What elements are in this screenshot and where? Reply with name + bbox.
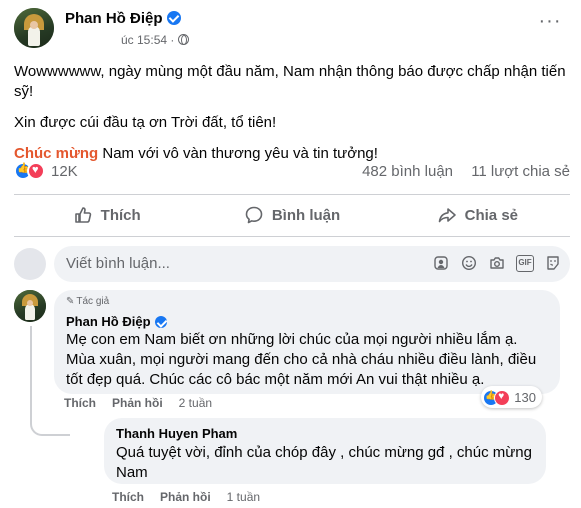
comment-bubble: Thanh Huyen Pham Quá tuyệt vời, đỉnh của…	[104, 418, 546, 484]
post-body: Wowwwwww, ngày mùng một đầu năm, Nam nhậ…	[14, 62, 570, 175]
share-label: Chia sẻ	[464, 206, 518, 224]
post-time[interactable]: úc 15:54 ·	[121, 33, 174, 47]
comment-author-name[interactable]: Phan Hồ Điệp	[66, 314, 151, 329]
author-tag-label: Tác giả	[76, 296, 110, 307]
comment-bubble-icon	[244, 205, 264, 225]
share-button[interactable]: Chia sẻ	[385, 196, 570, 234]
emoji-icon[interactable]	[460, 255, 478, 273]
comment-count[interactable]: 482 bình luận	[362, 163, 453, 180]
comment-reply-button[interactable]: Phản hồi	[160, 490, 211, 504]
current-user-avatar[interactable]	[14, 248, 46, 280]
love-reaction-icon	[494, 389, 511, 406]
comment-like-button[interactable]: Thích	[112, 490, 144, 504]
congrats-highlight: Chúc mừng	[14, 145, 99, 162]
pencil-icon: ✎	[66, 296, 75, 307]
gif-icon[interactable]: GIF	[516, 255, 534, 272]
comment-time[interactable]: 2 tuần	[179, 396, 212, 410]
comment-actions: Thích Phản hồi 1 tuần	[112, 490, 260, 504]
post-paragraph: Chúc mừng Nam với vô vàn thương yêu và t…	[14, 144, 570, 164]
like-label: Thích	[100, 206, 141, 224]
post-header: Phan Hồ Điệp úc 15:54 · ···	[14, 8, 574, 52]
like-button[interactable]: Thích	[14, 196, 199, 234]
share-arrow-icon	[437, 205, 457, 225]
sticker-icon[interactable]	[544, 255, 562, 273]
post-paragraph-rest: Nam với vô vàn thương yêu và tin tưởng!	[98, 145, 378, 162]
share-count[interactable]: 11 lượt chia sẻ	[471, 163, 570, 180]
comment-author-name[interactable]: Thanh Huyen Pham	[116, 426, 534, 441]
camera-icon[interactable]	[488, 255, 506, 273]
divider	[14, 236, 570, 237]
reaction-count: 12K	[51, 163, 78, 180]
comment-button[interactable]: Bình luận	[199, 196, 384, 234]
reactions-row: 12K 482 bình luận 11 lượt chia sẻ	[14, 162, 570, 184]
verified-badge-icon	[154, 316, 167, 328]
avatar-sticker-icon[interactable]	[432, 255, 450, 273]
comment-text: Mẹ con em Nam biết ơn những lời chúc của…	[66, 331, 537, 388]
author-name-row[interactable]: Phan Hồ Điệp	[65, 10, 181, 27]
author-tag: ✎ Tác giả	[66, 296, 548, 310]
reaction-summary[interactable]: 12K	[14, 162, 78, 180]
comment-time[interactable]: 1 tuần	[227, 490, 260, 504]
post-paragraph: Wowwwwww, ngày mùng một đầu năm, Nam nhậ…	[14, 63, 566, 100]
divider	[14, 194, 570, 195]
globe-icon	[178, 34, 190, 45]
comment-composer: Viết bình luận... GIF	[14, 246, 570, 282]
author-avatar[interactable]	[14, 8, 54, 48]
thumbs-up-icon	[73, 205, 93, 225]
author-name[interactable]: Phan Hồ Điệp	[65, 10, 163, 27]
comment-author-avatar[interactable]	[14, 290, 46, 322]
comment-reactions[interactable]: 130	[481, 386, 542, 408]
love-reaction-icon	[27, 162, 45, 180]
comment-reply-button[interactable]: Phản hồi	[112, 396, 163, 410]
post-paragraph: Xin được cúi đầu tạ ơn Trời đất, tổ tiên…	[14, 114, 277, 131]
comment-actions: Thích Phản hồi 2 tuần	[64, 396, 212, 410]
comment-author-row: Phan Hồ Điệp	[66, 314, 548, 329]
more-options-button[interactable]: ···	[536, 11, 564, 34]
comment-label: Bình luận	[271, 206, 341, 224]
engagement-counts: 482 bình luận 11 lượt chia sẻ	[348, 163, 570, 180]
post-actions: Thích Bình luận Chia sẻ	[14, 196, 570, 234]
comment-like-button[interactable]: Thích	[64, 396, 96, 410]
comment-bubble: ✎ Tác giả Phan Hồ Điệp Mẹ con em Nam biết…	[54, 290, 560, 394]
comment-reaction-count: 130	[514, 390, 536, 405]
composer-icons: GIF	[432, 255, 562, 273]
comment-text: Quá tuyệt vời, đỉnh của chóp đây , chúc …	[116, 444, 532, 481]
verified-badge-icon	[166, 11, 181, 25]
post-meta: úc 15:54 ·	[121, 33, 190, 47]
